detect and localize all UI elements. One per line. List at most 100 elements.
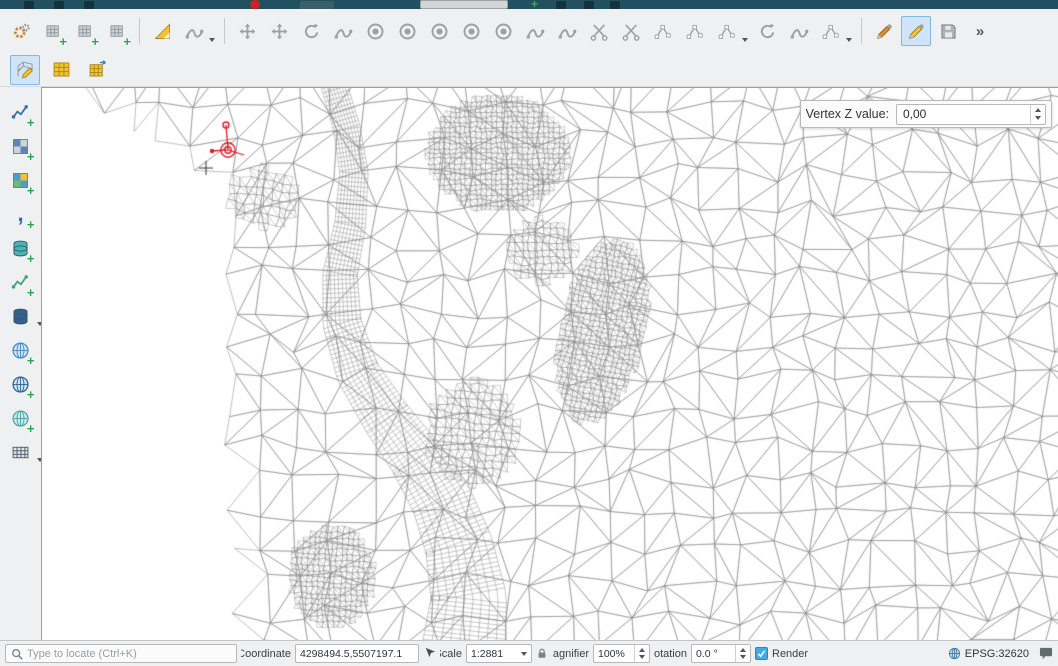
- add-virtual-layer-button[interactable]: +: [6, 267, 36, 297]
- messages-icon[interactable]: [1039, 647, 1053, 660]
- force-by-selected-geometries-icon: [87, 59, 108, 80]
- split-parts-button[interactable]: [616, 16, 646, 46]
- digitize-with-curve-button[interactable]: [179, 16, 209, 46]
- add-wms-layer-button[interactable]: +: [6, 335, 36, 365]
- locate-search[interactable]: [5, 644, 237, 663]
- scale-value: 1:2881: [471, 648, 503, 660]
- render-label: Render: [772, 648, 808, 660]
- add-part-button[interactable]: [392, 16, 422, 46]
- dropdown-arrow-icon[interactable]: [209, 38, 215, 42]
- reindex-faces-and-vertices-icon: [51, 59, 72, 80]
- allow-edits-icon: [874, 21, 895, 42]
- coordinate-extent-toggle-icon[interactable]: [423, 647, 436, 660]
- split-features-icon: [589, 21, 610, 42]
- render-checkbox[interactable]: [755, 647, 768, 660]
- split-features-button[interactable]: [584, 16, 614, 46]
- titlebar-strip: +: [0, 0, 1058, 9]
- gears-icon: [11, 21, 32, 42]
- magnifier-spinbox[interactable]: 100%: [593, 644, 650, 663]
- vertex-z-spinbox[interactable]: 0,00: [896, 104, 1046, 125]
- add-raster-layer-button[interactable]: +: [6, 131, 36, 161]
- spin-arrows-icon[interactable]: [735, 645, 750, 662]
- plus-badge-icon: +: [27, 389, 35, 400]
- toolbar-overflow-button[interactable]: »: [965, 16, 995, 46]
- split-parts-icon: [621, 21, 642, 42]
- crs-label[interactable]: EPSG:32620: [965, 648, 1029, 660]
- offset-point-symbols-button[interactable]: [784, 16, 814, 46]
- toolbar-separator: [139, 18, 140, 44]
- reshape-features-button[interactable]: [552, 16, 582, 46]
- force-by-selected-geometries-button[interactable]: [82, 55, 112, 85]
- add-vector-layer-button[interactable]: +: [6, 97, 36, 127]
- vertex-z-widget: Vertex Z value: 0,00: [800, 100, 1052, 128]
- move-feature-button[interactable]: [232, 16, 262, 46]
- lock-scale-icon[interactable]: [536, 647, 548, 660]
- rotate-point-symbols-button[interactable]: [752, 16, 782, 46]
- plus-badge-icon: +: [27, 287, 35, 298]
- add-spatialite-layer-button[interactable]: +: [6, 233, 36, 263]
- fill-ring-button[interactable]: [424, 16, 454, 46]
- rotation-spinbox[interactable]: 0.0 °: [691, 644, 751, 663]
- vertex-z-label: Vertex Z value:: [806, 107, 889, 121]
- copy-move-feature-button[interactable]: [264, 16, 294, 46]
- merge-features-button[interactable]: [648, 16, 678, 46]
- digitize-with-curve-icon: [184, 21, 205, 42]
- coordinate-input[interactable]: 4298494.5,5507197.1: [295, 644, 419, 663]
- add-wcs-layer-button[interactable]: +: [6, 369, 36, 399]
- trim-extend-feature-button[interactable]: [816, 16, 846, 46]
- allow-edits-button[interactable]: [869, 16, 899, 46]
- rotation-value: 0.0 °: [696, 648, 718, 660]
- main-area: + + + ,+ + + + + + Vertex Z value: 0,00: [0, 87, 1058, 640]
- scale-label: Scale: [440, 648, 462, 660]
- add-mesh-layer-button[interactable]: +: [6, 165, 36, 195]
- add-postgis-layer-icon: [10, 306, 31, 327]
- add-delimited-text-layer-button[interactable]: ,+: [6, 199, 36, 229]
- delete-ring-button[interactable]: [456, 16, 486, 46]
- titlebar-icon: [54, 1, 64, 9]
- dropdown-arrow-icon[interactable]: [742, 38, 748, 42]
- coordinate-value: 4298494.5,5507197.1: [300, 648, 402, 660]
- titlebar-icon: [610, 1, 620, 9]
- delete-part-icon: [493, 21, 514, 42]
- titlebar-combo[interactable]: [420, 0, 508, 9]
- delete-ring-icon: [461, 21, 482, 42]
- digitize-mesh-elements-button[interactable]: [10, 55, 40, 85]
- add-wfs-layer-button[interactable]: +: [6, 403, 36, 433]
- add-postgis-layer-button[interactable]: [6, 301, 36, 331]
- digitizing-toolbar: +++»: [0, 9, 1058, 53]
- advanced-digitizing-tools-button[interactable]: [147, 16, 177, 46]
- copy-move-feature-icon: [269, 21, 290, 42]
- add-ring-button[interactable]: [360, 16, 390, 46]
- vertex-z-value: 0,00: [903, 107, 926, 121]
- save-edits-button[interactable]: [933, 16, 963, 46]
- reindex-faces-and-vertices-button[interactable]: [46, 55, 76, 85]
- rotate-feature-button[interactable]: [296, 16, 326, 46]
- toolbar-separator: [224, 18, 225, 44]
- vertex-tool-button[interactable]: [712, 16, 742, 46]
- delete-part-button[interactable]: [488, 16, 518, 46]
- spin-arrows-icon[interactable]: [634, 645, 649, 662]
- plus-badge-icon: +: [27, 355, 35, 366]
- fill-ring-icon: [429, 21, 450, 42]
- simplify-feature-button[interactable]: [328, 16, 358, 46]
- new-shapefile-layer-button[interactable]: +: [70, 16, 100, 46]
- spin-arrows-icon[interactable]: [1030, 105, 1045, 124]
- new-geopackage-layer-button[interactable]: +: [38, 16, 68, 46]
- gears-button[interactable]: [6, 16, 36, 46]
- scale-combobox[interactable]: 1:2881: [466, 644, 532, 663]
- trim-extend-feature-icon: [821, 21, 842, 42]
- locate-input[interactable]: [27, 648, 217, 660]
- plus-badge-icon: +: [59, 36, 67, 47]
- new-temporary-scratch-layer-button[interactable]: +: [102, 16, 132, 46]
- offset-curve-button[interactable]: [520, 16, 550, 46]
- toggle-editing-button[interactable]: [901, 16, 931, 46]
- dropdown-arrow-icon[interactable]: [846, 38, 852, 42]
- merge-attributes-of-features-button[interactable]: [680, 16, 710, 46]
- merge-features-icon: [653, 21, 674, 42]
- map-canvas[interactable]: [42, 88, 1058, 640]
- magnifier-value: 100%: [598, 648, 625, 660]
- map-view: Vertex Z value: 0,00: [41, 87, 1058, 640]
- titlebar-icon: [584, 1, 594, 9]
- titlebar-icon: [556, 1, 566, 9]
- add-xyz-layer-button[interactable]: [6, 437, 36, 467]
